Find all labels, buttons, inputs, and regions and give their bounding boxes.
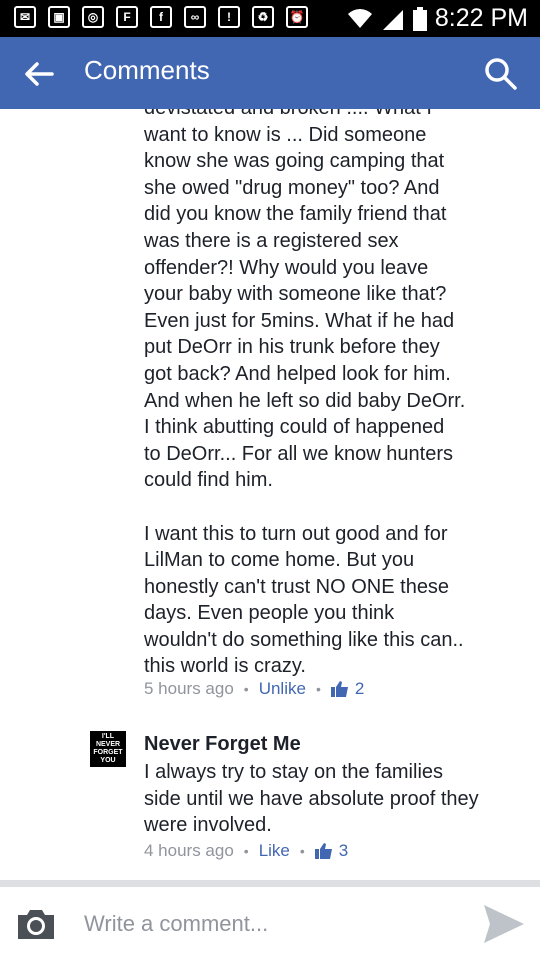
comment-text: devistated and broken .... What Iwant to… xyxy=(144,109,504,680)
notification-icons: ✉ ▣ ◎ F f ∞ ! ♻ ⏰ xyxy=(14,6,308,28)
send-icon[interactable] xyxy=(482,903,526,945)
instagram-icon: ◎ xyxy=(82,6,104,28)
avatar[interactable]: I'LL NEVER FORGET YOU xyxy=(90,731,126,767)
separator-dot: • xyxy=(243,843,249,859)
signal-icon xyxy=(382,9,403,30)
separator-dot: • xyxy=(243,681,249,697)
comment-text-line: days. Even people you think xyxy=(144,602,395,625)
facebook-icon: f xyxy=(150,6,172,28)
comment-input[interactable]: Write a comment... xyxy=(84,911,268,937)
gallery-icon: ▣ xyxy=(48,6,70,28)
back-arrow-icon[interactable] xyxy=(22,57,56,91)
comment-author[interactable]: Never Forget Me xyxy=(144,733,301,756)
clock: 8:22 PM xyxy=(434,4,528,32)
comment-text-line: could find him. xyxy=(144,469,273,492)
divider xyxy=(0,880,540,887)
comment-text-line: devistated and broken .... What I xyxy=(144,109,504,122)
comment-text-line: know she was going camping that xyxy=(144,150,445,173)
comment-text-line xyxy=(144,494,504,521)
comment-text-line: honestly can't trust NO ONE these xyxy=(144,575,450,598)
like-count[interactable]: 3 xyxy=(314,841,349,861)
comment-text-line: got back? And helped look for him. xyxy=(144,362,451,385)
camera-icon[interactable] xyxy=(16,907,56,941)
comment-text-line: I want this to turn out good and for xyxy=(144,522,448,545)
like-button[interactable]: Like xyxy=(259,841,290,861)
avatar-text: I'LL NEVER FORGET YOU xyxy=(93,733,123,764)
recycle-icon: ♻ xyxy=(252,6,274,28)
messenger-icon: ! xyxy=(218,6,240,28)
status-right: 8:22 PM xyxy=(347,4,528,33)
separator-dot: • xyxy=(299,843,305,859)
comment-text-line: to DeOrr... For all we know hunters xyxy=(144,442,454,465)
comment-text-line: And when he left so did baby DeOrr. xyxy=(144,389,466,412)
comment-time: 4 hours ago xyxy=(144,841,234,860)
comment-text-line: she owed "drug money" too? And xyxy=(144,176,440,199)
wifi-icon xyxy=(347,8,372,28)
comment-text-line: offender?! Why would you leave xyxy=(144,256,429,279)
search-icon[interactable] xyxy=(484,57,518,91)
voicemail-icon: ∞ xyxy=(184,6,206,28)
comment-time: 5 hours ago xyxy=(144,679,234,698)
flipboard-icon: F xyxy=(116,6,138,28)
alarm-icon: ⏰ xyxy=(286,6,308,28)
comment-meta: 4 hours ago • Like • 3 xyxy=(144,841,348,861)
mail-icon: ✉ xyxy=(14,6,36,28)
battery-icon xyxy=(412,6,427,31)
comment-text-line: want to know is ... Did someone xyxy=(144,123,427,146)
comment-text: I always try to stay on the families sid… xyxy=(144,761,479,837)
separator-dot: • xyxy=(315,681,321,697)
comment-text-line: this world is crazy. xyxy=(144,655,306,678)
comments-list[interactable]: devistated and broken .... What Iwant to… xyxy=(0,109,540,887)
comment-composer: Write a comment... xyxy=(0,887,540,960)
thumbs-up-icon xyxy=(330,681,348,697)
comment-text-line: I think abutting could of happened xyxy=(144,416,445,439)
status-bar: ✉ ▣ ◎ F f ∞ ! ♻ ⏰ 8:22 PM xyxy=(0,0,540,37)
comment-text-line: did you know the family friend that xyxy=(144,203,447,226)
unlike-button[interactable]: Unlike xyxy=(259,679,306,699)
comment-text-line: was there is a registered sex xyxy=(144,229,399,252)
comment-text-line: LilMan to come home. But you xyxy=(144,549,415,572)
comment-meta: 5 hours ago • Unlike • 2 xyxy=(144,679,364,699)
page-title: Comments xyxy=(84,55,210,85)
comment-text-line: put DeOrr in his trunk before they xyxy=(144,336,440,359)
like-count-value: 2 xyxy=(354,679,365,698)
comment-text-line: wouldn't do something like this can.. xyxy=(144,628,464,651)
thumbs-up-icon xyxy=(314,843,332,859)
app-bar: Comments xyxy=(0,37,540,109)
like-count[interactable]: 2 xyxy=(330,679,365,699)
comment-text-line: Even just for 5mins. What if he had xyxy=(144,309,455,332)
like-count-value: 3 xyxy=(338,841,349,860)
comment-text-line: your baby with someone like that? xyxy=(144,283,447,306)
